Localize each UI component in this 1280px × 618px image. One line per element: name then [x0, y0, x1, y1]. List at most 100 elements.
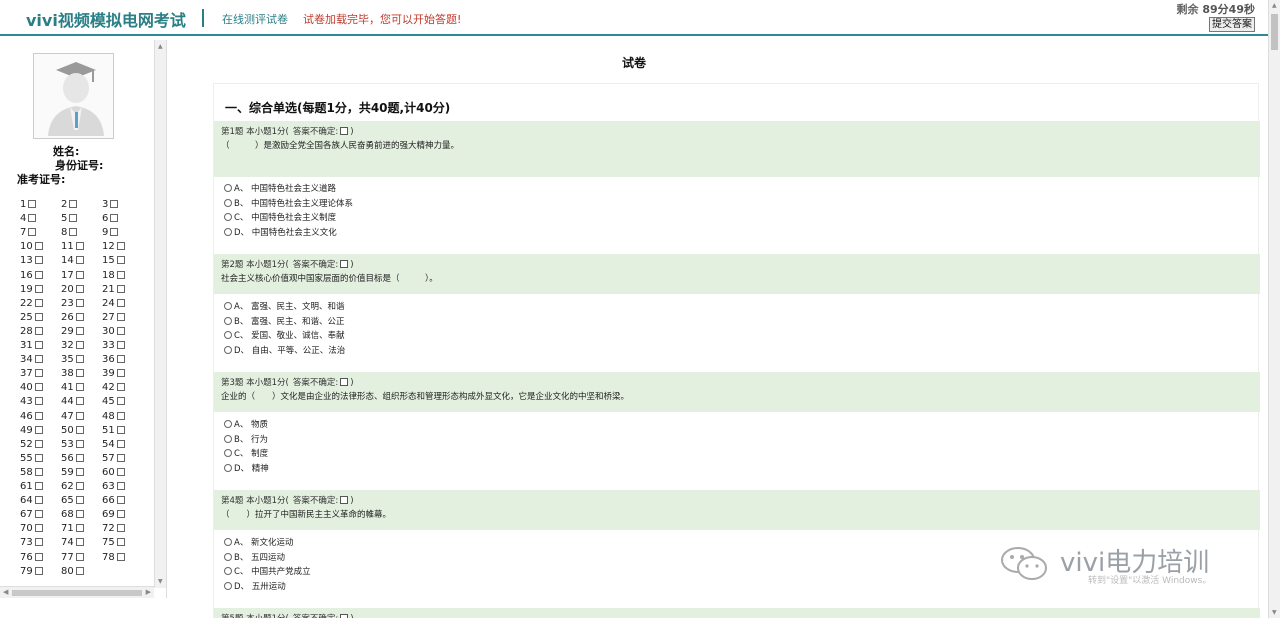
answer-option[interactable]: C、 制度 — [224, 448, 268, 461]
question-nav-item[interactable]: 28 — [20, 326, 43, 338]
question-nav-checkbox[interactable] — [75, 566, 84, 575]
unsure-checkbox[interactable] — [340, 496, 349, 504]
option-radio[interactable] — [224, 434, 232, 443]
question-nav-item[interactable]: 39 — [102, 368, 125, 380]
question-nav-checkbox[interactable] — [75, 369, 84, 378]
question-nav-checkbox[interactable] — [34, 312, 43, 321]
question-nav-item[interactable]: 34 — [20, 354, 43, 366]
answer-option[interactable]: B、 中国特色社会主义理论体系 — [224, 198, 353, 211]
question-nav-checkbox[interactable] — [116, 383, 125, 392]
question-nav-item[interactable]: 6 — [102, 213, 119, 225]
question-nav-item[interactable]: 54 — [102, 439, 125, 451]
question-nav-item[interactable]: 14 — [61, 255, 84, 267]
scroll-right-arrow-icon[interactable]: ▶ — [146, 588, 151, 596]
question-nav-checkbox[interactable] — [75, 397, 84, 406]
question-nav-item[interactable]: 41 — [61, 382, 84, 394]
answer-option[interactable]: D、 精神 — [224, 463, 269, 476]
question-nav-item[interactable]: 5 — [61, 213, 78, 225]
question-nav-item[interactable]: 18 — [102, 270, 125, 282]
question-nav-checkbox[interactable] — [28, 200, 37, 208]
question-nav-checkbox[interactable] — [116, 298, 125, 307]
question-nav-item[interactable]: 4 — [20, 213, 37, 225]
scroll-up-arrow-icon[interactable]: ▲ — [1272, 2, 1277, 9]
question-nav-checkbox[interactable] — [34, 326, 43, 335]
question-nav-item[interactable]: 77 — [61, 552, 84, 564]
question-nav-checkbox[interactable] — [75, 383, 84, 392]
question-nav-item[interactable]: 49 — [20, 425, 43, 437]
question-nav-item[interactable]: 48 — [102, 411, 125, 423]
question-nav-checkbox[interactable] — [34, 383, 43, 392]
question-nav-item[interactable]: 79 — [20, 566, 43, 578]
question-nav-item[interactable]: 36 — [102, 354, 125, 366]
question-nav-checkbox[interactable] — [116, 482, 125, 490]
question-nav-item[interactable]: 46 — [20, 411, 43, 423]
question-nav-checkbox[interactable] — [116, 453, 125, 462]
option-radio[interactable] — [224, 345, 232, 354]
question-nav-item[interactable]: 19 — [20, 284, 43, 296]
question-nav-checkbox[interactable] — [69, 214, 78, 223]
question-nav-item[interactable]: 47 — [61, 411, 84, 423]
question-nav-checkbox[interactable] — [34, 425, 43, 434]
question-nav-item[interactable]: 65 — [61, 495, 84, 507]
question-nav-checkbox[interactable] — [34, 510, 43, 519]
submit-answers-button[interactable]: 提交答案 — [1209, 17, 1255, 32]
question-nav-checkbox[interactable] — [34, 242, 43, 251]
question-nav-item[interactable]: 9 — [102, 227, 119, 239]
question-nav-checkbox[interactable] — [75, 552, 84, 561]
question-nav-item[interactable]: 74 — [61, 537, 84, 549]
question-nav-item[interactable]: 38 — [61, 368, 84, 380]
answer-option[interactable]: D、 五卅运动 — [224, 581, 286, 594]
question-nav-item[interactable]: 61 — [20, 481, 43, 493]
question-nav-item[interactable]: 62 — [61, 481, 84, 493]
question-nav-item[interactable]: 8 — [61, 227, 78, 239]
option-radio[interactable] — [224, 538, 232, 546]
question-nav-item[interactable]: 12 — [102, 241, 125, 253]
question-nav-item[interactable]: 57 — [102, 453, 125, 465]
question-nav-item[interactable]: 45 — [102, 396, 125, 408]
question-nav-checkbox[interactable] — [116, 284, 125, 293]
question-nav-checkbox[interactable] — [110, 214, 119, 223]
question-nav-checkbox[interactable] — [34, 524, 43, 533]
option-radio[interactable] — [224, 331, 232, 340]
question-nav-checkbox[interactable] — [75, 411, 84, 420]
question-nav-item[interactable]: 29 — [61, 326, 84, 338]
question-nav-item[interactable]: 78 — [102, 552, 125, 564]
question-nav-checkbox[interactable] — [116, 312, 125, 321]
question-nav-checkbox[interactable] — [116, 341, 125, 349]
question-nav-item[interactable]: 27 — [102, 312, 125, 324]
question-nav-item[interactable]: 13 — [20, 255, 43, 267]
page-vertical-scrollbar[interactable]: ▲ ▼ — [1268, 0, 1280, 618]
question-nav-item[interactable]: 16 — [20, 270, 43, 282]
unsure-checkbox[interactable] — [340, 614, 349, 618]
question-nav-checkbox[interactable] — [75, 510, 84, 519]
question-nav-checkbox[interactable] — [75, 496, 84, 505]
question-nav-item[interactable]: 2 — [61, 199, 78, 211]
scrollbar-thumb[interactable] — [12, 590, 142, 596]
question-nav-checkbox[interactable] — [75, 284, 84, 293]
question-nav-checkbox[interactable] — [116, 355, 125, 364]
question-nav-item[interactable]: 26 — [61, 312, 84, 324]
question-nav-item[interactable]: 80 — [61, 566, 84, 578]
question-nav-item[interactable]: 37 — [20, 368, 43, 380]
option-radio[interactable] — [224, 213, 232, 222]
question-nav-item[interactable]: 40 — [20, 382, 43, 394]
answer-option[interactable]: C、 中国特色社会主义制度 — [224, 212, 336, 225]
question-nav-checkbox[interactable] — [34, 552, 43, 561]
question-nav-item[interactable]: 69 — [102, 509, 125, 521]
answer-option[interactable]: A、 物质 — [224, 419, 268, 432]
sidebar-horizontal-scrollbar[interactable]: ◀ ▶ — [0, 586, 154, 598]
question-nav-item[interactable]: 11 — [61, 241, 84, 253]
option-radio[interactable] — [224, 184, 232, 192]
question-nav-checkbox[interactable] — [34, 411, 43, 420]
question-nav-checkbox[interactable] — [75, 524, 84, 533]
question-nav-checkbox[interactable] — [116, 510, 125, 519]
question-nav-item[interactable]: 3 — [102, 199, 119, 211]
question-nav-item[interactable]: 53 — [61, 439, 84, 451]
question-nav-checkbox[interactable] — [75, 341, 84, 349]
question-nav-checkbox[interactable] — [28, 214, 37, 223]
question-nav-checkbox[interactable] — [75, 312, 84, 321]
question-nav-checkbox[interactable] — [34, 298, 43, 307]
option-radio[interactable] — [224, 316, 232, 325]
question-nav-item[interactable]: 44 — [61, 396, 84, 408]
question-nav-checkbox[interactable] — [75, 453, 84, 462]
